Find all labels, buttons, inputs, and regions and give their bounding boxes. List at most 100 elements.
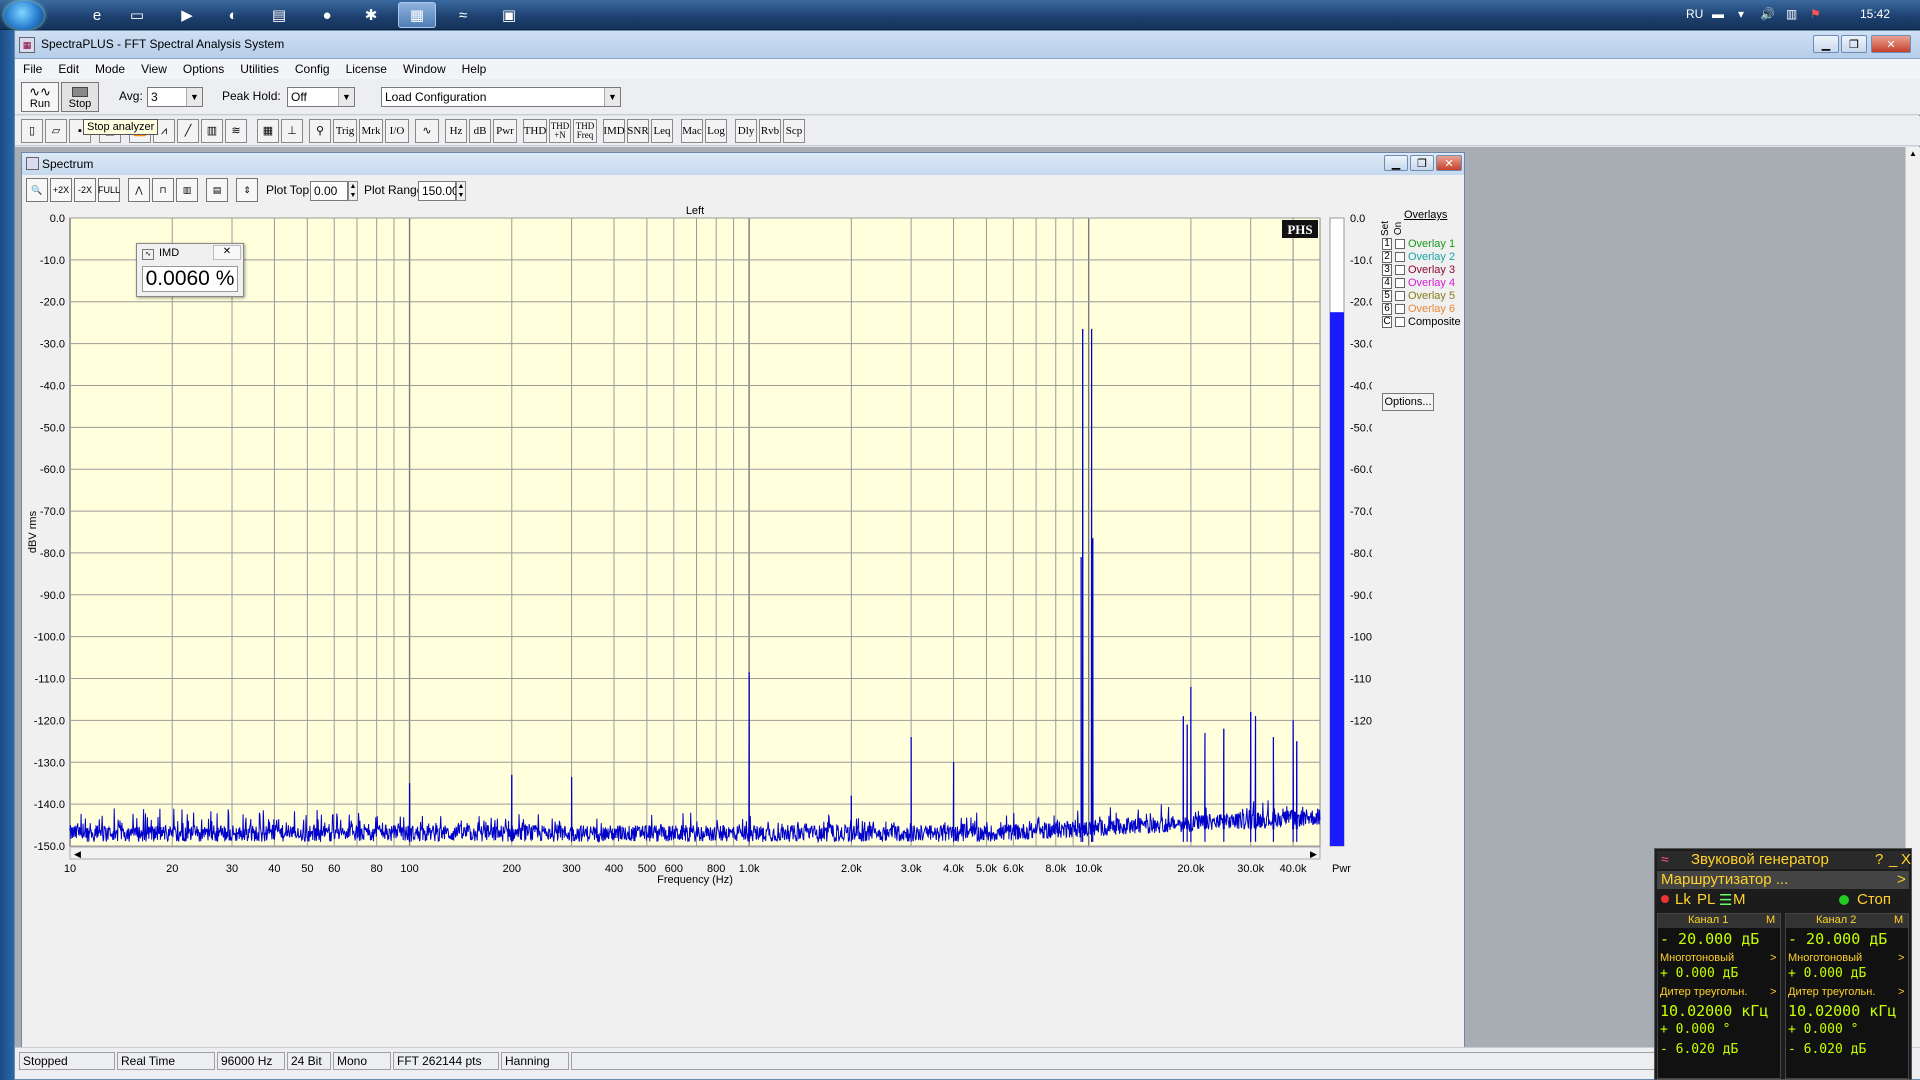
imd-button[interactable]: IMD — [603, 119, 625, 143]
peakhold-select[interactable]: Off ▼ — [287, 87, 355, 107]
menu-options[interactable]: Options — [175, 59, 232, 79]
network-icon[interactable]: ▥ — [1786, 7, 1797, 21]
flag-icon[interactable]: ⚑ — [1810, 7, 1821, 21]
menu-mode[interactable]: Mode — [87, 59, 133, 79]
run-button[interactable]: ∿∿ Run — [21, 82, 59, 112]
spectrum-close-button[interactable]: ✕ — [1436, 155, 1462, 171]
menu-license[interactable]: License — [338, 59, 395, 79]
channel-mode[interactable]: Многотоновый — [1660, 952, 1734, 964]
open-icon[interactable]: ▱ — [45, 119, 67, 143]
mac-button[interactable]: Mac — [681, 119, 703, 143]
plot-range-spinner[interactable]: ▲ ▼ — [456, 181, 466, 201]
stop-button[interactable]: Stop — [61, 82, 99, 112]
keyboard-icon[interactable]: ▬ — [1712, 7, 1724, 21]
step-icon[interactable]: ⊓ — [152, 178, 174, 202]
minimize-button[interactable]: ▁ — [1813, 35, 1839, 53]
settings-icon[interactable]: ▦ — [257, 119, 279, 143]
scroll-up-icon[interactable]: ▲ — [1909, 149, 1917, 158]
channel-phase[interactable]: + 0.000 ° — [1660, 1022, 1730, 1037]
spectrum-minimize-button[interactable]: ▁ — [1384, 155, 1408, 171]
dly-button[interactable]: Dly — [735, 119, 757, 143]
imd-close-button[interactable]: ✕ — [213, 245, 241, 260]
pl-button[interactable]: PL — [1697, 891, 1715, 908]
window-taskbar-icon[interactable]: ▣ — [490, 2, 528, 28]
probe-icon[interactable]: ⚲ — [309, 119, 331, 143]
spectrum-restore-button[interactable]: ❐ — [1410, 155, 1434, 171]
volume-icon[interactable]: 🔊 — [1760, 7, 1775, 21]
overlay-checkbox[interactable] — [1395, 290, 1405, 301]
snr-button[interactable]: SNR — [627, 119, 649, 143]
generator-stop-button[interactable]: Стоп — [1857, 891, 1891, 908]
peak-icon[interactable]: ⋀ — [128, 178, 150, 202]
autoscale-icon[interactable]: ⇕ — [236, 178, 258, 202]
overlay-checkbox[interactable] — [1395, 251, 1405, 262]
app-bug-icon[interactable]: ✱ — [352, 2, 390, 28]
phase-icon[interactable]: ╱ — [177, 119, 199, 143]
channel-m-button[interactable]: M — [1766, 914, 1775, 926]
thd-freq-button[interactable]: THD Freq — [573, 119, 597, 143]
menu-view[interactable]: View — [133, 59, 175, 79]
chrome-icon[interactable]: ● — [308, 2, 346, 28]
spectrogram-icon[interactable]: ▥ — [201, 119, 223, 143]
lock-button[interactable]: Lk — [1675, 891, 1691, 908]
ie-icon[interactable]: e — [78, 2, 116, 28]
io-button[interactable]: I/O — [385, 119, 409, 143]
scroll-right-icon[interactable]: ▶ — [1310, 849, 1317, 859]
close-button[interactable]: ✕ — [1871, 35, 1911, 53]
channel-phase[interactable]: + 0.000 ° — [1788, 1022, 1858, 1037]
avg-select[interactable]: 3 ▼ — [147, 87, 203, 107]
paint-icon[interactable]: ◐ — [214, 2, 252, 28]
scp-button[interactable]: Scp — [783, 119, 805, 143]
pwr-button[interactable]: Pwr — [493, 119, 517, 143]
overlay-set-button[interactable]: 1 — [1382, 237, 1392, 250]
notepad-icon[interactable]: ▤ — [260, 2, 298, 28]
channel-offset[interactable]: + 0.000 дБ — [1660, 966, 1738, 981]
menu-lines-icon[interactable]: ☰ — [1719, 891, 1732, 909]
overlay-set-button[interactable]: C — [1382, 315, 1392, 328]
log-button[interactable]: Log — [705, 119, 727, 143]
channel-mode[interactable]: Многотоновый — [1788, 952, 1862, 964]
app-icon[interactable]: ▦ — [19, 37, 35, 53]
trig-button[interactable]: Trig — [333, 119, 357, 143]
mrk-button[interactable]: Mrk — [359, 119, 383, 143]
generator-icon[interactable]: ∿ — [415, 119, 439, 143]
router-bar[interactable]: Маршрутизатор ... > — [1657, 871, 1909, 889]
imd-window[interactable]: ∿ IMD ✕ 0.0060 % — [136, 243, 244, 297]
overlay-set-button[interactable]: 5 — [1382, 289, 1392, 302]
generator-taskbar-icon[interactable]: ≈ — [444, 2, 482, 28]
media-player-icon[interactable]: ▶ — [168, 2, 206, 28]
channel-dither[interactable]: Дитер треугольн. — [1660, 986, 1747, 998]
overlay-checkbox[interactable] — [1395, 277, 1405, 288]
spectrum-plot[interactable]: Left 0.0 -10.0 -20.0 -30.0 -40.0 -50.0 -60.0 -70… — [22, 205, 1372, 1065]
overlay-checkbox[interactable] — [1395, 303, 1405, 314]
menu-utilities[interactable]: Utilities — [232, 59, 287, 79]
spectraplus-taskbar-icon[interactable]: ▦ — [398, 2, 436, 28]
overlay-checkbox[interactable] — [1395, 264, 1405, 275]
start-button[interactable] — [4, 1, 44, 30]
language-indicator[interactable]: RU — [1686, 7, 1703, 21]
channel-offset[interactable]: + 0.000 дБ — [1788, 966, 1866, 981]
scroll-left-icon[interactable]: ◀ — [74, 849, 81, 859]
scale-icon[interactable]: ⊥ — [281, 119, 303, 143]
channel-level[interactable]: - 20.000 дБ — [1660, 930, 1759, 948]
channel-dither[interactable]: Дитер треугольн. — [1788, 986, 1875, 998]
channel-extra[interactable]: - 6.020 дБ — [1660, 1042, 1738, 1057]
overlay-set-button[interactable]: 3 — [1382, 263, 1392, 276]
tray-arrow-icon[interactable]: ▾ — [1738, 7, 1744, 21]
zoom-full-icon[interactable]: FULL — [98, 178, 120, 202]
generator-help-button[interactable]: ? — [1875, 851, 1883, 868]
channel-frequency[interactable]: 10.02000 кГц — [1788, 1002, 1896, 1020]
leq-button[interactable]: Leq — [651, 119, 673, 143]
zoom-icon[interactable]: 🔍 — [26, 178, 48, 202]
plot-range-input[interactable]: 150.00 — [418, 181, 459, 201]
plot-top-input[interactable]: 0.00 — [310, 181, 348, 201]
overlay-checkbox[interactable] — [1395, 316, 1405, 327]
plot-top-spinner[interactable]: ▲ ▼ — [348, 181, 358, 201]
menu-help[interactable]: Help — [454, 59, 495, 79]
overlay-options-button[interactable]: Options... — [1382, 393, 1434, 411]
maximize-button[interactable]: ❐ — [1841, 35, 1867, 53]
plot-horizontal-scrollbar[interactable] — [69, 846, 1321, 860]
folder-icon[interactable]: ▭ — [118, 2, 156, 28]
m-button[interactable]: M — [1733, 891, 1746, 908]
overlay-set-button[interactable]: 4 — [1382, 276, 1392, 289]
